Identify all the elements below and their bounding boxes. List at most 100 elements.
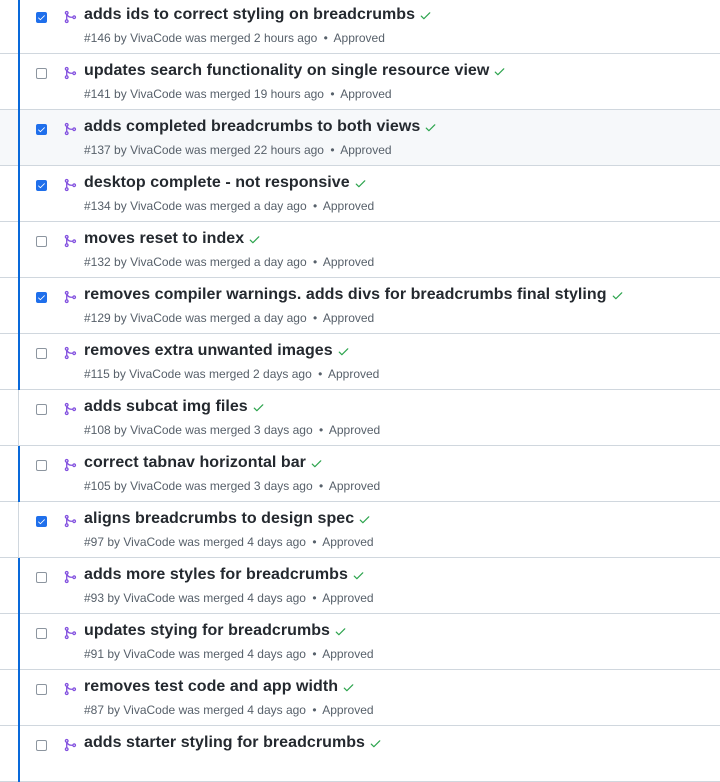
review-status-link[interactable]: Approved bbox=[323, 199, 374, 213]
review-status-link[interactable]: Approved bbox=[322, 591, 373, 605]
pr-author-link[interactable]: VivaCode bbox=[130, 423, 182, 437]
check-icon[interactable] bbox=[334, 625, 347, 638]
select-checkbox[interactable] bbox=[36, 628, 47, 639]
pull-request-list: adds ids to correct styling on breadcrum… bbox=[0, 0, 720, 782]
git-merge-icon bbox=[63, 681, 77, 697]
review-status-link[interactable]: Approved bbox=[328, 367, 379, 381]
pr-author-link[interactable]: VivaCode bbox=[130, 143, 182, 157]
check-icon[interactable] bbox=[419, 9, 432, 22]
pr-title-link[interactable]: adds more styles for breadcrumbs bbox=[84, 566, 348, 584]
pr-title-line: updates search functionality on single r… bbox=[84, 62, 506, 80]
pr-merged-time: was merged a day ago bbox=[185, 255, 307, 269]
check-icon[interactable] bbox=[354, 177, 367, 190]
check-icon[interactable] bbox=[352, 569, 365, 582]
review-status-link[interactable]: Approved bbox=[322, 535, 373, 549]
pr-author-link[interactable]: VivaCode bbox=[123, 647, 175, 661]
pr-merged-time: was merged 2 days ago bbox=[184, 367, 312, 381]
pr-title-line: desktop complete - not responsive bbox=[84, 174, 367, 192]
check-icon[interactable] bbox=[342, 681, 355, 694]
pr-author-link[interactable]: VivaCode bbox=[130, 255, 182, 269]
select-checkbox[interactable] bbox=[36, 516, 47, 527]
pr-title-link[interactable]: removes test code and app width bbox=[84, 678, 338, 696]
review-status-link[interactable]: Approved bbox=[340, 143, 391, 157]
select-checkbox[interactable] bbox=[36, 740, 47, 751]
pr-title-line: correct tabnav horizontal bar bbox=[84, 454, 323, 472]
git-merge-icon bbox=[63, 569, 77, 585]
pr-title-line: moves reset to index bbox=[84, 230, 261, 248]
select-checkbox[interactable] bbox=[36, 348, 47, 359]
review-status-link[interactable]: Approved bbox=[334, 31, 385, 45]
pr-title-link[interactable]: aligns breadcrumbs to design spec bbox=[84, 510, 354, 528]
pr-title-line: adds ids to correct styling on breadcrum… bbox=[84, 6, 432, 24]
review-status-link[interactable]: Approved bbox=[322, 703, 373, 717]
pr-author-link[interactable]: VivaCode bbox=[130, 199, 182, 213]
check-icon[interactable] bbox=[248, 233, 261, 246]
pr-number: #129 bbox=[84, 311, 111, 325]
check-icon[interactable] bbox=[493, 65, 506, 78]
pr-title-link[interactable]: adds subcat img files bbox=[84, 398, 248, 416]
pull-request-row: correct tabnav horizontal bar #105 by Vi… bbox=[0, 446, 720, 502]
meta-separator: • bbox=[318, 367, 323, 381]
check-icon[interactable] bbox=[611, 289, 624, 302]
pr-title-link[interactable]: adds ids to correct styling on breadcrum… bbox=[84, 6, 415, 24]
pr-title-link[interactable]: updates search functionality on single r… bbox=[84, 62, 489, 80]
check-icon[interactable] bbox=[337, 345, 350, 358]
pr-author-link[interactable]: VivaCode bbox=[130, 87, 182, 101]
check-icon[interactable] bbox=[424, 121, 437, 134]
git-merge-icon bbox=[63, 457, 77, 473]
pr-title-link[interactable]: correct tabnav horizontal bar bbox=[84, 454, 306, 472]
review-status-link[interactable]: Approved bbox=[322, 647, 373, 661]
meta-separator: • bbox=[312, 703, 317, 717]
pr-title-link[interactable]: removes compiler warnings. adds divs for… bbox=[84, 286, 607, 304]
pr-title-link[interactable]: moves reset to index bbox=[84, 230, 244, 248]
git-merge-icon bbox=[63, 9, 77, 25]
git-merge-icon bbox=[63, 177, 77, 193]
check-icon[interactable] bbox=[310, 457, 323, 470]
select-checkbox[interactable] bbox=[36, 292, 47, 303]
pr-title-link[interactable]: adds starter styling for breadcrumbs bbox=[84, 734, 365, 752]
git-merge-icon bbox=[63, 289, 77, 305]
pr-title-link[interactable]: adds completed breadcrumbs to both views bbox=[84, 118, 420, 136]
pull-request-row: removes compiler warnings. adds divs for… bbox=[0, 278, 720, 334]
review-status-link[interactable]: Approved bbox=[323, 255, 374, 269]
select-checkbox[interactable] bbox=[36, 124, 47, 135]
select-checkbox[interactable] bbox=[36, 12, 47, 23]
review-status-link[interactable]: Approved bbox=[329, 479, 380, 493]
git-merge-icon bbox=[63, 401, 77, 417]
check-icon[interactable] bbox=[358, 513, 371, 526]
select-checkbox[interactable] bbox=[36, 460, 47, 471]
meta-separator: • bbox=[312, 591, 317, 605]
select-checkbox[interactable] bbox=[36, 236, 47, 247]
pr-meta: #137 by VivaCode was merged 22 hours ago… bbox=[84, 143, 392, 157]
pr-title-link[interactable]: updates stying for breadcrumbs bbox=[84, 622, 330, 640]
pr-meta: #108 by VivaCode was merged 3 days ago •… bbox=[84, 423, 381, 437]
meta-separator: • bbox=[330, 87, 335, 101]
pr-meta: #129 by VivaCode was merged a day ago • … bbox=[84, 311, 375, 325]
pull-request-row: updates stying for breadcrumbs #91 by Vi… bbox=[0, 614, 720, 670]
pull-request-row: desktop complete - not responsive #134 b… bbox=[0, 166, 720, 222]
check-icon[interactable] bbox=[369, 737, 382, 750]
pr-author-link[interactable]: VivaCode bbox=[130, 31, 182, 45]
pr-author-link[interactable]: VivaCode bbox=[130, 479, 182, 493]
review-status-link[interactable]: Approved bbox=[323, 311, 374, 325]
pr-author-link[interactable]: VivaCode bbox=[123, 703, 175, 717]
pr-title-link[interactable]: removes extra unwanted images bbox=[84, 342, 333, 360]
select-checkbox[interactable] bbox=[36, 572, 47, 583]
select-checkbox[interactable] bbox=[36, 684, 47, 695]
pr-title-line: updates stying for breadcrumbs bbox=[84, 622, 347, 640]
select-checkbox[interactable] bbox=[36, 404, 47, 415]
select-checkbox[interactable] bbox=[36, 180, 47, 191]
pr-author-link[interactable]: VivaCode bbox=[130, 311, 182, 325]
review-status-link[interactable]: Approved bbox=[340, 87, 391, 101]
select-checkbox[interactable] bbox=[36, 68, 47, 79]
pr-author-link[interactable]: VivaCode bbox=[129, 367, 181, 381]
pr-merged-time: was merged a day ago bbox=[185, 199, 307, 213]
pr-title-link[interactable]: desktop complete - not responsive bbox=[84, 174, 350, 192]
pr-title-line: adds starter styling for breadcrumbs bbox=[84, 734, 382, 752]
pull-request-row: adds starter styling for breadcrumbs by … bbox=[0, 726, 720, 782]
pr-number: #93 bbox=[84, 591, 105, 605]
pr-author-link[interactable]: VivaCode bbox=[123, 535, 175, 549]
pr-author-link[interactable]: VivaCode bbox=[123, 591, 175, 605]
review-status-link[interactable]: Approved bbox=[329, 423, 380, 437]
check-icon[interactable] bbox=[252, 401, 265, 414]
